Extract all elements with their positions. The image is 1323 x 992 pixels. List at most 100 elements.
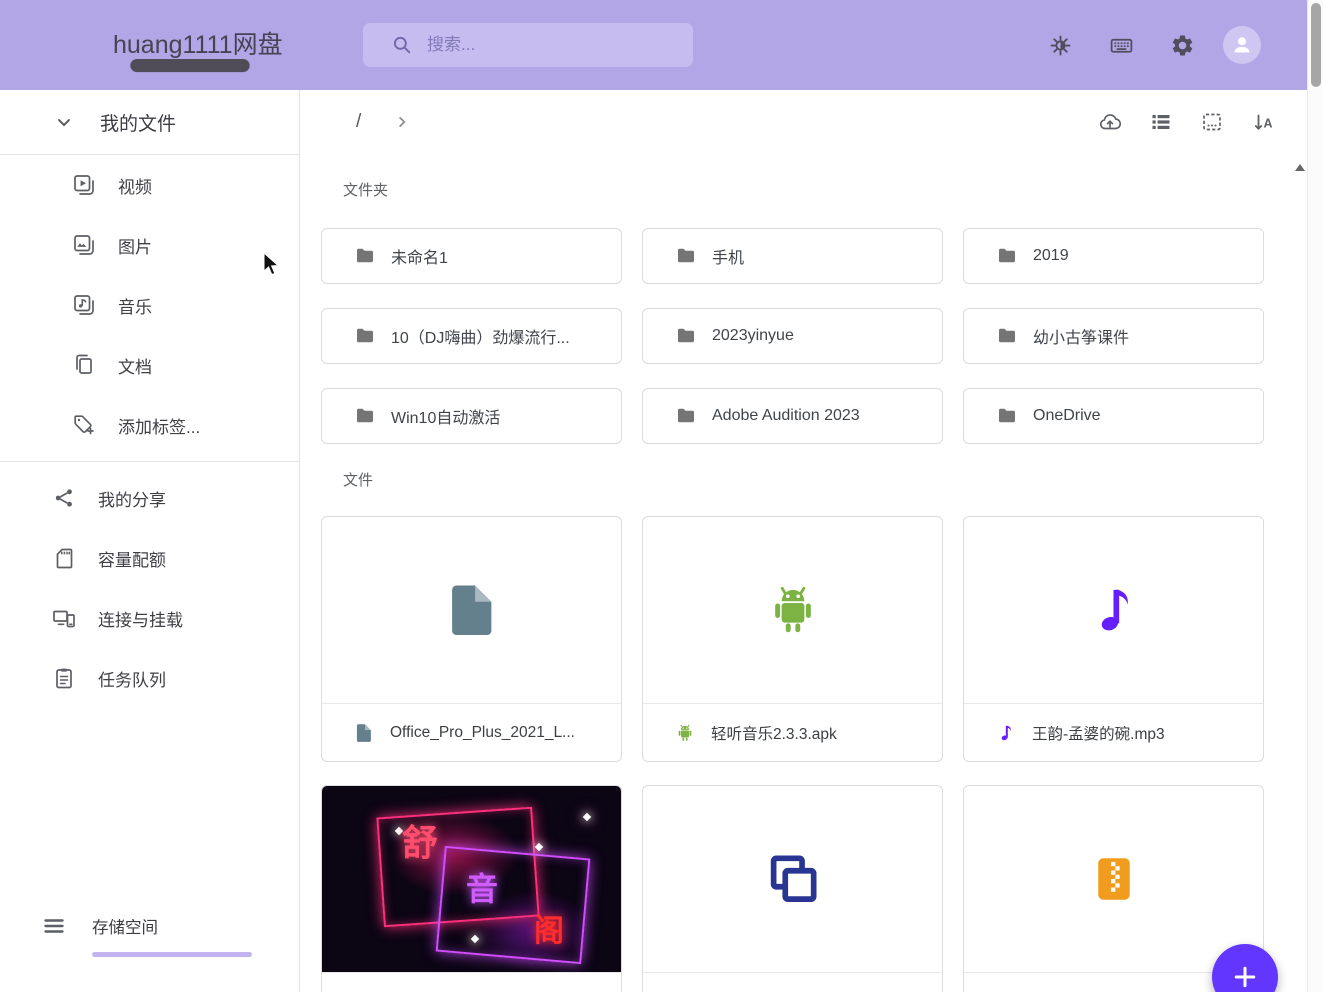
settings-button[interactable] xyxy=(1162,25,1202,65)
list-view-button[interactable] xyxy=(1141,102,1181,142)
content-scrollbar[interactable] xyxy=(1293,154,1307,992)
file-card[interactable]: 王韵-孟婆的碗.mp3 xyxy=(963,516,1264,762)
header-actions xyxy=(1040,0,1261,90)
theme-toggle-button[interactable] xyxy=(1040,25,1080,65)
file-preview xyxy=(964,517,1263,704)
folder-icon xyxy=(995,244,1019,268)
search-input[interactable] xyxy=(425,34,681,56)
toolbar-actions xyxy=(1090,102,1307,142)
sidebar-item-music[interactable]: 音乐 xyxy=(0,275,299,335)
folder-name: 2019 xyxy=(1033,247,1069,264)
file-preview xyxy=(643,786,942,973)
folder-name: 手机 xyxy=(712,250,745,267)
sidebar-item-add-tag[interactable]: 添加标签... xyxy=(0,395,299,455)
window-scrollbar-thumb[interactable] xyxy=(1311,3,1321,87)
sidebar-item-images[interactable]: 图片 xyxy=(0,215,299,275)
folder-name: 未命名1 xyxy=(391,250,448,267)
files-section-label: 文件 xyxy=(343,472,374,489)
video-box-icon xyxy=(72,173,96,197)
folder-icon xyxy=(995,404,1019,428)
keyboard-shortcuts-button[interactable] xyxy=(1101,25,1141,65)
list-view-icon xyxy=(1149,110,1173,134)
file-browser: / 文件夹 未命名1 手机 2019 10（DJ嗨曲）劲爆流行... 2023y… xyxy=(301,90,1307,992)
chevron-down-icon[interactable] xyxy=(52,110,76,134)
sidebar-item-videos[interactable]: 视频 xyxy=(0,155,299,215)
folder-card[interactable]: 未命名1 xyxy=(321,228,622,284)
sidebar: 我的文件 视频 图片 音乐 文档 添加标签... 我的分享 容量配额 连接与挂载… xyxy=(0,90,300,992)
breadcrumb-root[interactable]: / xyxy=(356,111,361,133)
file-name: 王韵-孟婆的碗.mp3 xyxy=(1032,725,1165,743)
sidebar-item-my-shares[interactable]: 我的分享 xyxy=(0,468,299,528)
sidebar-item-connections[interactable]: 连接与挂载 xyxy=(0,588,299,648)
folder-name: 2023yinyue xyxy=(712,327,794,344)
sort-button[interactable] xyxy=(1243,102,1283,142)
keyboard-icon xyxy=(1109,33,1134,58)
file-name: Office_Pro_Plus_2021_L... xyxy=(390,723,575,741)
sidebar-item-label: 文档 xyxy=(118,357,152,377)
folder-icon xyxy=(995,324,1019,348)
sidebar-item-task-queue[interactable]: 任务队列 xyxy=(0,648,299,708)
folder-name: OneDrive xyxy=(1033,407,1101,424)
document-copy-icon xyxy=(72,353,96,377)
upload-button[interactable] xyxy=(1090,102,1130,142)
folder-card[interactable]: 幼小古筝课件 xyxy=(963,308,1264,364)
file-footer xyxy=(643,973,942,992)
breadcrumb: / xyxy=(301,111,413,133)
copy-file-icon xyxy=(762,848,824,910)
avatar[interactable] xyxy=(1223,26,1261,64)
folder-card[interactable]: 10（DJ嗨曲）劲爆流行... xyxy=(321,308,622,364)
folder-card[interactable]: 手机 xyxy=(642,228,943,284)
person-icon xyxy=(1230,33,1254,57)
sidebar-item-label: 视频 xyxy=(118,177,152,197)
storage-progress-fill xyxy=(92,952,252,957)
folder-icon xyxy=(674,404,698,428)
file-list: 文件夹 未命名1 手机 2019 10（DJ嗨曲）劲爆流行... 2023yin… xyxy=(301,154,1293,992)
file-preview xyxy=(322,517,621,704)
file-card[interactable]: 轻听音乐2.3.3.apk xyxy=(642,516,943,762)
file-card[interactable]: 舒 音 阁 xyxy=(321,785,622,992)
window-scrollbar[interactable] xyxy=(1307,0,1323,992)
tag-plus-icon xyxy=(72,413,96,437)
toolbar: / xyxy=(301,90,1307,154)
document-file-icon xyxy=(353,722,375,744)
sort-alpha-icon xyxy=(1251,110,1275,134)
sidebar-my-files[interactable]: 我的文件 xyxy=(0,90,299,155)
chevron-right-icon xyxy=(391,111,413,133)
cloud-upload-icon xyxy=(1098,110,1122,134)
sidebar-item-quota[interactable]: 容量配额 xyxy=(0,528,299,588)
storage-list-icon xyxy=(42,914,66,938)
file-preview xyxy=(643,517,942,704)
scroll-up-arrow-icon[interactable] xyxy=(1295,164,1305,171)
file-card[interactable]: Office_Pro_Plus_2021_L... xyxy=(321,516,622,762)
storage-section: 存储空间 xyxy=(0,900,299,992)
thumbnail-text: 舒 xyxy=(402,822,439,863)
sidebar-item-documents[interactable]: 文档 xyxy=(0,335,299,395)
folder-icon xyxy=(674,324,698,348)
app-header: huang1111网盘 xyxy=(0,0,1307,90)
sidebar-item-label: 我的分享 xyxy=(98,490,166,510)
file-name: 轻听音乐2.3.3.apk xyxy=(711,725,837,743)
folder-card[interactable]: Adobe Audition 2023 xyxy=(642,388,943,444)
menu-button[interactable] xyxy=(40,28,80,62)
app-window: huang1111网盘 我的文件 视频 图片 音乐 xyxy=(0,0,1323,992)
folder-icon xyxy=(674,244,698,268)
file-card[interactable] xyxy=(642,785,943,992)
folder-card[interactable]: Win10自动激活 xyxy=(321,388,622,444)
folder-card[interactable]: 2023yinyue xyxy=(642,308,943,364)
folder-card[interactable]: OneDrive xyxy=(963,388,1264,444)
folder-name: Adobe Audition 2023 xyxy=(712,407,860,424)
search-bar[interactable] xyxy=(363,23,693,67)
file-footer: 轻听音乐2.3.3.apk xyxy=(643,704,942,761)
music-note-icon xyxy=(1083,579,1145,641)
android-icon xyxy=(762,579,824,641)
folder-name: 10（DJ嗨曲）劲爆流行... xyxy=(391,330,570,347)
sidebar-item-label: 连接与挂载 xyxy=(98,610,183,630)
clipboard-icon xyxy=(52,666,76,690)
pagination-icon xyxy=(1200,110,1224,134)
sd-card-icon xyxy=(52,546,76,570)
plus-icon xyxy=(1230,962,1260,992)
pagination-button[interactable] xyxy=(1192,102,1232,142)
gear-icon xyxy=(1170,33,1195,58)
folder-card[interactable]: 2019 xyxy=(963,228,1264,284)
folder-icon xyxy=(353,404,377,428)
